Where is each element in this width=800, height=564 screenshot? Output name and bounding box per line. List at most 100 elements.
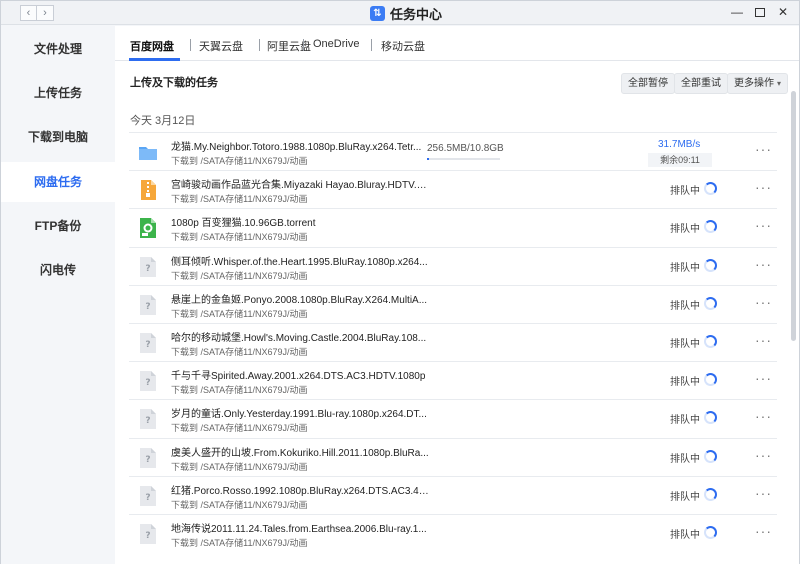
sidebar-item-upload-tasks[interactable]: 上传任务 (1, 73, 115, 113)
unknown-file-icon: ? (138, 408, 158, 430)
folder-icon (138, 141, 158, 163)
unknown-file-icon: ? (138, 332, 158, 354)
task-row[interactable]: 龙猫.My.Neighbor.Totoro.1988.1080p.BluRay.… (129, 132, 777, 170)
task-file-name: 1080p 百变狸猫.10.96GB.torrent (171, 218, 316, 230)
window-title: ⇅ 任务中心 (370, 4, 442, 23)
minimize-button[interactable]: — (731, 4, 743, 20)
date-group-label: 今天 3月12日 (130, 115, 196, 127)
task-file-name: 宫崎骏动画作品蓝光合集.Miyazaki Hayao.Bluray.HDTV.7… (171, 180, 429, 192)
task-row[interactable]: 1080p 百变狸猫.10.96GB.torrent 下载到 /SATA存储11/… (129, 208, 777, 246)
more-operations-label: 更多操作 (734, 78, 774, 89)
loading-spinner-icon (704, 296, 717, 310)
unknown-file-icon: ? (138, 294, 158, 316)
unknown-file-icon: ? (138, 523, 158, 545)
loading-spinner-icon (704, 373, 717, 387)
loading-spinner-icon (704, 335, 717, 348)
task-file-name: 龙猫.My.Neighbor.Totoro.1988.1080p.BluRay.… (171, 142, 422, 153)
task-destination-path: 下载到 /SATA存储11/NX679J/动画 (171, 347, 308, 357)
task-destination-path: 下载到 /SATA存储11/NX679J/动画 (171, 499, 308, 510)
task-destination-path: 下载到 /SATA存储11/NX679J/动画 (171, 461, 308, 472)
scrollbar[interactable] (791, 91, 796, 341)
task-status: 排队中 (670, 491, 700, 503)
task-status: 排队中 (670, 453, 700, 465)
task-row[interactable]: ? 虞美人盛开的山坡.From.Kokuriko.Hill.2011.1080p.… (129, 437, 777, 476)
task-file-name: 岁月的童话.Only.Yesterday.1991.Blu-ray.1080p.… (171, 409, 427, 421)
more-options-icon[interactable]: ··· (755, 142, 772, 156)
sidebar-item-file-processing[interactable]: 文件处理 (1, 29, 115, 69)
tab-separator (190, 39, 191, 51)
svg-text:?: ? (145, 493, 150, 503)
chevron-down-icon: ▾ (777, 79, 782, 88)
task-size-progress-text: 256.5MB/10.8GB (427, 143, 504, 154)
task-row[interactable]: ? 红猪.Porco.Rosso.1992.1080p.BluRay.x264.D… (129, 475, 777, 514)
task-file-name: 地海传说2011.11.24.Tales.from.Earthsea.2006.… (171, 524, 427, 535)
sidebar-item-download-to-pc[interactable]: 下载到电脑 (1, 117, 115, 157)
task-status: 排队中 (670, 530, 700, 541)
more-options-icon[interactable]: ··· (755, 486, 772, 500)
svg-text:?: ? (145, 264, 150, 274)
task-destination-path: 下载到 /SATA存储11/NX679J/动画 (171, 538, 308, 548)
tab-mobile-cloud[interactable]: 移动云盘 (381, 38, 425, 54)
task-status: 排队中 (670, 224, 700, 236)
more-options-icon[interactable]: ··· (755, 448, 772, 462)
task-row[interactable]: ? 岁月的童话.Only.Yesterday.1991.Blu-ray.1080p… (129, 399, 777, 437)
unknown-file-icon: ? (138, 256, 158, 278)
task-status: 排队中 (670, 377, 700, 389)
task-destination-path: 下载到 /SATA存储11/NX679J/动画 (171, 232, 308, 243)
active-tab-indicator (129, 58, 180, 61)
task-file-name: 千与千寻Spirited.Away.2001.x264.DTS.AC3.HDTV… (171, 371, 426, 383)
more-options-icon[interactable]: ··· (755, 295, 772, 309)
task-row[interactable]: ? 地海传说2011.11.24.Tales.from.Earthsea.2006… (129, 514, 777, 552)
restore-button[interactable] (755, 8, 765, 17)
loading-spinner-icon (704, 449, 717, 463)
pause-all-button[interactable]: 全部暂停 (621, 73, 675, 94)
task-status: 排队中 (670, 300, 700, 312)
task-destination-path: 下载到 /SATA存储11/NX679J/动画 (171, 156, 308, 166)
task-download-speed: 31.7MB/s (658, 139, 701, 150)
more-options-icon[interactable]: ··· (755, 180, 772, 194)
task-destination-path: 下载到 /SATA存储11/NX679J/动画 (171, 194, 308, 205)
task-row[interactable]: ? 侧耳倾听.Whisper.of.the.Heart.1995.BluRay.1… (129, 246, 777, 285)
close-button[interactable]: ✕ (777, 4, 789, 20)
sidebar-item-flash-transfer[interactable]: 闪电传 (1, 250, 115, 290)
more-options-icon[interactable]: ··· (755, 409, 772, 423)
task-file-name: 悬崖上的金鱼姬.Ponyo.2008.1080p.BluRay.X264.Mul… (171, 294, 428, 306)
more-options-icon[interactable]: ··· (755, 371, 772, 385)
task-file-name: 红猪.Porco.Rosso.1992.1080p.BluRay.x264.DT… (171, 485, 429, 497)
more-operations-button[interactable]: 更多操作 ▾ (727, 73, 789, 94)
more-options-icon[interactable]: ··· (755, 257, 772, 271)
tab-onedrive[interactable]: OneDrive (313, 38, 359, 50)
tab-tianyi-cloud[interactable]: 天翼云盘 (199, 38, 243, 54)
back-button[interactable]: ‹ (20, 5, 37, 21)
task-row[interactable]: ? 悬崖上的金鱼姬.Ponyo.2008.1080p.BluRay.X264.Mu… (129, 284, 777, 323)
retry-all-button[interactable]: 全部重试 (674, 73, 728, 94)
loading-spinner-icon (704, 411, 717, 425)
tab-baidu-netdisk[interactable]: 百度网盘 (130, 38, 174, 54)
loading-spinner-icon (704, 526, 717, 539)
more-options-icon[interactable]: ··· (755, 218, 772, 232)
task-file-name: 哈尔的移动城堡.Howl's.Moving.Castle.2004.BluRay… (171, 333, 427, 344)
sidebar-item-ftp-backup[interactable]: FTP备份 (1, 206, 115, 246)
cloud-tabs: 百度网盘 天翼云盘 阿里云盘 OneDrive 移动云盘 (115, 26, 799, 61)
task-center-window: ‹ › ⇅ 任务中心 — ✕ 文件处理 上传任务 下载到电脑 网盘任务 FTP备… (0, 0, 800, 564)
task-destination-path: 下载到 /SATA存储11/NX679J/动画 (171, 308, 308, 319)
svg-text:?: ? (145, 416, 150, 426)
more-options-icon[interactable]: ··· (755, 524, 772, 538)
more-options-icon[interactable]: ··· (755, 333, 772, 347)
tab-aliyun-drive[interactable]: 阿里云盘 (267, 38, 311, 54)
svg-text:?: ? (145, 340, 150, 350)
task-file-name: 虞美人盛开的山坡.From.Kokuriko.Hill.2011.1080p.B… (171, 447, 429, 459)
task-destination-path: 下载到 /SATA存储11/NX679J/动画 (171, 385, 308, 396)
task-time-remaining: 剩余09:11 (648, 153, 712, 167)
task-row[interactable]: ? 哈尔的移动城堡.Howl's.Moving.Castle.2004.BluRa… (129, 323, 777, 361)
task-center-app-icon: ⇅ (370, 6, 385, 21)
window-controls: — ✕ (731, 4, 789, 20)
sidebar-item-cloud-tasks[interactable]: 网盘任务 (1, 162, 115, 202)
forward-button[interactable]: › (37, 5, 54, 21)
archive-file-icon (138, 179, 158, 201)
svg-text:?: ? (145, 302, 150, 312)
svg-text:?: ? (145, 531, 150, 541)
task-status: 排队中 (670, 186, 700, 198)
task-row[interactable]: 宫崎骏动画作品蓝光合集.Miyazaki Hayao.Bluray.HDTV.7… (129, 170, 777, 208)
task-row[interactable]: ? 千与千寻Spirited.Away.2001.x264.DTS.AC3.HDT… (129, 361, 777, 399)
